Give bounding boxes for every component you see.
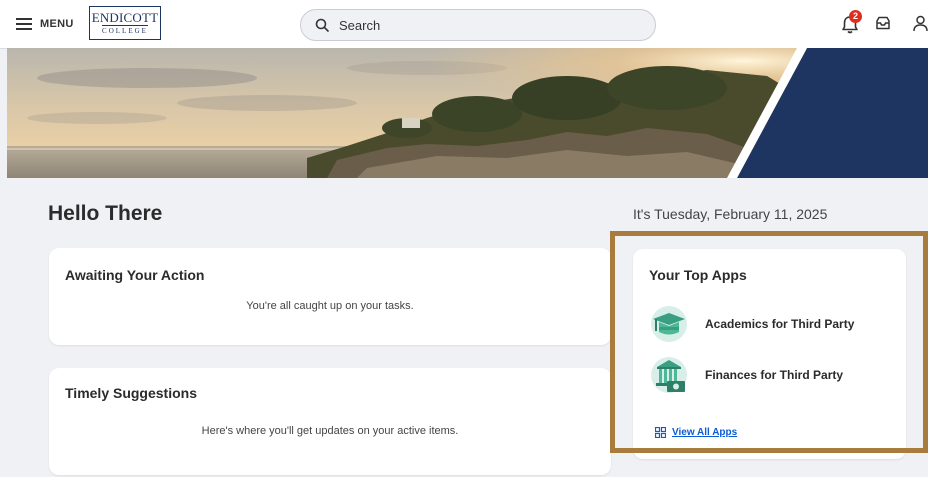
logo-line-1: ENDICOTT — [91, 9, 159, 25]
timely-suggestions-card: Timely Suggestions Here's where you'll g… — [49, 368, 611, 475]
search-input[interactable] — [337, 16, 641, 34]
date-text: It's Tuesday, February 11, 2025 — [633, 206, 828, 222]
menu-button[interactable]: MENU — [16, 14, 74, 34]
top-bar: MENU ENDICOTT COLLEGE 2 — [0, 0, 928, 49]
awaiting-action-message: You're all caught up on your tasks. — [246, 300, 414, 312]
notification-badge: 2 — [849, 10, 862, 23]
menu-label: MENU — [40, 18, 74, 30]
timely-suggestions-title: Timely Suggestions — [65, 385, 197, 401]
endicott-logo[interactable]: ENDICOTT COLLEGE — [89, 6, 161, 40]
coastal-sunset-image — [7, 48, 928, 178]
user-icon[interactable] — [913, 15, 928, 32]
inbox-icon[interactable] — [875, 16, 891, 30]
awaiting-action-title: Awaiting Your Action — [65, 267, 205, 283]
hamburger-icon — [16, 18, 32, 30]
timely-suggestions-message: Here's where you'll get updates on your … — [201, 425, 459, 437]
hero-banner — [7, 48, 928, 178]
top-apps-highlight-frame — [610, 231, 928, 453]
search-bar[interactable] — [300, 9, 656, 41]
logo-line-2: COLLEGE — [102, 24, 148, 35]
greeting-heading: Hello There — [48, 202, 163, 225]
awaiting-action-card: Awaiting Your Action You're all caught u… — [49, 248, 611, 345]
search-icon — [315, 18, 329, 32]
